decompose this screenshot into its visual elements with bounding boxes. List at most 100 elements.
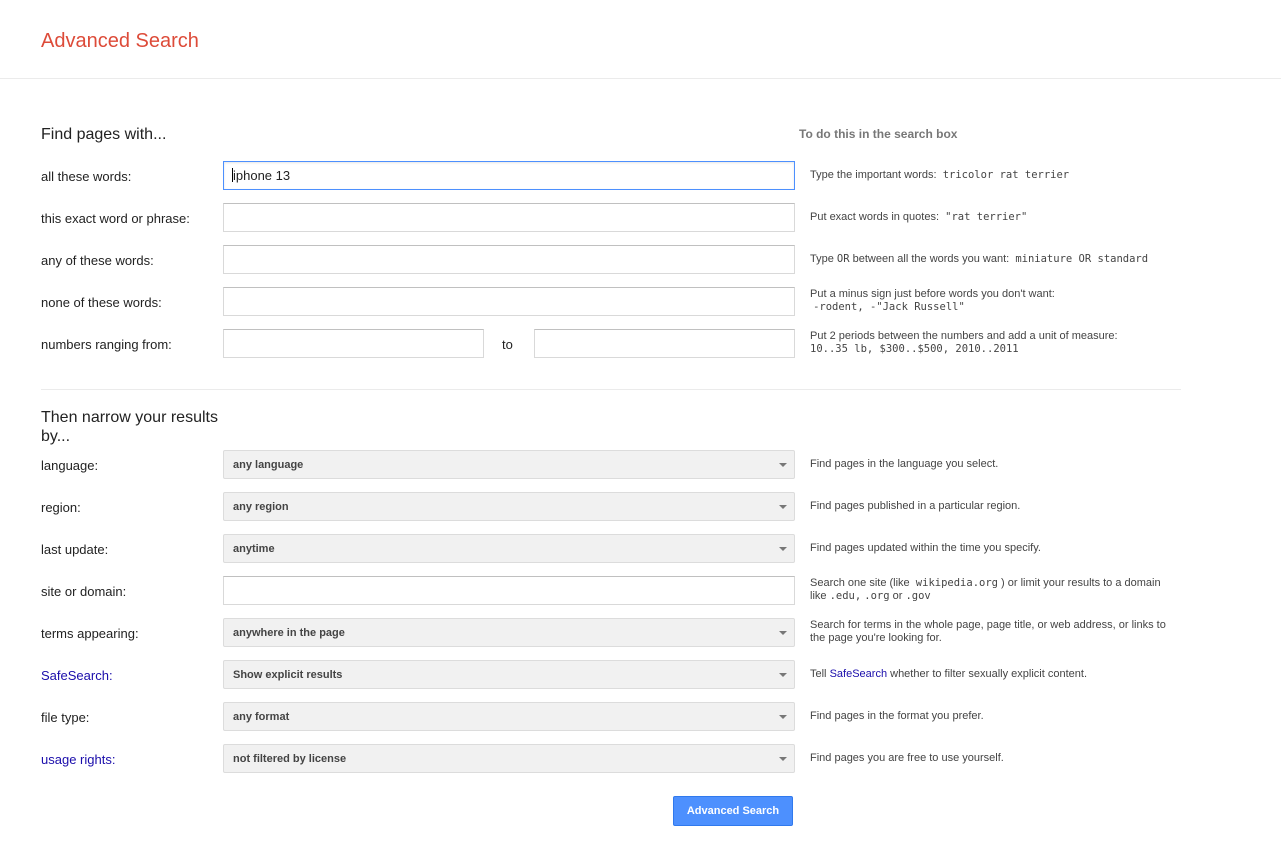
file-type-label: file type: <box>41 710 90 725</box>
hint-example: tricolor rat terrier <box>942 169 1070 181</box>
numbers-to-label: to <box>502 337 513 352</box>
any-words-hint: Type OR between all the words you want: … <box>810 253 1180 266</box>
any-words-label: any of these words: <box>41 253 154 268</box>
usage-rights-selected: not filtered by license <box>233 753 347 765</box>
safesearch-label: SafeSearch: <box>41 668 113 683</box>
file-type-select[interactable]: any format <box>223 702 795 731</box>
last-update-row: last update: anytime Find pages updated … <box>0 534 1281 564</box>
none-words-hint: Put a minus sign just before words you d… <box>810 288 1180 314</box>
all-words-input[interactable]: iphone 13 <box>223 161 795 190</box>
safesearch-selected: Show explicit results <box>233 669 343 681</box>
site-domain-row: site or domain: Search one site (like wi… <box>0 576 1281 606</box>
hint-text: Search one site (like <box>810 577 910 589</box>
numbers-hint: Put 2 periods between the numbers and ad… <box>810 330 1180 356</box>
region-row: region: any region Find pages published … <box>0 492 1281 522</box>
exact-phrase-hint: Put exact words in quotes: "rat terrier" <box>810 211 1180 224</box>
exact-phrase-input[interactable] <box>223 203 795 232</box>
file-type-hint: Find pages in the format you prefer. <box>810 710 984 722</box>
language-selected: any language <box>233 459 304 471</box>
usage-rights-hint: Find pages you are free to use yourself. <box>810 752 1004 764</box>
exact-phrase-label: this exact word or phrase: <box>41 211 190 226</box>
region-hint: Find pages published in a particular reg… <box>810 500 1021 512</box>
none-words-row: none of these words: Put a minus sign ju… <box>0 287 1281 317</box>
hint-example: wikipedia.org <box>915 577 998 589</box>
dropdown-arrow-icon <box>779 757 787 761</box>
dropdown-arrow-icon <box>779 715 787 719</box>
last-update-select[interactable]: anytime <box>223 534 795 563</box>
hint-or: OR <box>836 253 850 265</box>
numbers-row: numbers ranging from: to Put 2 periods b… <box>0 329 1281 359</box>
language-hint: Find pages in the language you select. <box>810 458 999 470</box>
hint-example: 10..35 lb, $300..$500, 2010..2011 <box>810 343 1019 355</box>
hint-text: Put a minus sign just before words you d… <box>810 288 1055 300</box>
advanced-search-button[interactable]: Advanced Search <box>673 796 793 826</box>
all-words-label: all these words: <box>41 169 132 184</box>
page-header: Advanced Search <box>0 0 1281 79</box>
usage-rights-label: usage rights: <box>41 752 115 767</box>
safesearch-link[interactable]: SafeSearch <box>41 668 109 683</box>
site-domain-label: site or domain: <box>41 584 127 599</box>
language-row: language: any language Find pages in the… <box>0 450 1281 480</box>
file-type-row: file type: any format Find pages in the … <box>0 702 1281 732</box>
find-pages-heading: Find pages with... <box>41 126 167 143</box>
dropdown-arrow-icon <box>779 547 787 551</box>
hint-text: or <box>892 590 903 602</box>
page-title: Advanced Search <box>41 30 199 52</box>
numbers-from-input[interactable] <box>223 329 484 358</box>
language-label: language: <box>41 458 99 473</box>
all-words-hint: Type the important words: tricolor rat t… <box>810 169 1180 182</box>
hint-example: .org <box>864 590 890 602</box>
safesearch-select[interactable]: Show explicit results <box>223 660 795 689</box>
hint-example: "rat terrier" <box>945 211 1028 223</box>
safesearch-hint: Tell SafeSearch whether to filter sexual… <box>810 668 1180 681</box>
usage-rights-link[interactable]: usage rights <box>41 752 112 767</box>
exact-phrase-row: this exact word or phrase: Put exact wor… <box>0 203 1281 233</box>
numbers-label: numbers ranging from: <box>41 337 172 352</box>
site-domain-input[interactable] <box>223 576 795 605</box>
dropdown-arrow-icon <box>779 673 787 677</box>
search-box-hints-heading: To do this in the search box <box>799 127 958 141</box>
terms-appearing-select[interactable]: anywhere in the page <box>223 618 795 647</box>
any-words-input[interactable] <box>223 245 795 274</box>
region-label: region: <box>41 500 81 515</box>
hint-example: .gov <box>905 590 931 602</box>
hint-text: Tell <box>810 668 827 680</box>
terms-appearing-label: terms appearing: <box>41 626 139 641</box>
label-suffix: : <box>108 668 113 683</box>
none-words-input[interactable] <box>223 287 795 316</box>
usage-rights-row: usage rights: not filtered by license Fi… <box>0 744 1281 774</box>
terms-appearing-row: terms appearing: anywhere in the page Se… <box>0 618 1281 648</box>
hint-text: Type the important words: <box>810 169 937 181</box>
all-words-row: all these words: iphone 13 Type the impo… <box>0 161 1281 191</box>
safesearch-hint-link[interactable]: SafeSearch <box>830 668 887 680</box>
last-update-hint: Find pages updated within the time you s… <box>810 542 1041 554</box>
none-words-label: none of these words: <box>41 295 162 310</box>
hint-text: Put 2 periods between the numbers and ad… <box>810 330 1118 342</box>
hint-example: -rodent, -"Jack Russell" <box>813 301 965 313</box>
all-words-value: iphone 13 <box>233 168 291 183</box>
hint-text: whether to filter sexually explicit cont… <box>890 668 1087 680</box>
hint-example: .edu, <box>829 590 862 602</box>
narrow-results-heading: Then narrow your results by... <box>41 409 218 445</box>
last-update-selected: anytime <box>233 543 275 555</box>
site-domain-hint: Search one site (like wikipedia.org ) or… <box>810 577 1180 603</box>
language-select[interactable]: any language <box>223 450 795 479</box>
hint-example: miniature OR standard <box>1015 253 1149 265</box>
usage-rights-select[interactable]: not filtered by license <box>223 744 795 773</box>
terms-appearing-hint: Search for terms in the whole page, page… <box>810 619 1166 644</box>
terms-appearing-selected: anywhere in the page <box>233 627 345 639</box>
safesearch-row: SafeSearch: Show explicit results Tell S… <box>0 660 1281 690</box>
hint-text: between all the words you want: <box>852 253 1010 265</box>
file-type-selected: any format <box>233 711 290 723</box>
hint-text: Type <box>810 253 834 265</box>
region-selected: any region <box>233 501 289 513</box>
last-update-label: last update: <box>41 542 109 557</box>
dropdown-arrow-icon <box>779 505 787 509</box>
label-suffix: : <box>111 752 116 767</box>
dropdown-arrow-icon <box>779 463 787 467</box>
numbers-to-input[interactable] <box>534 329 795 358</box>
region-select[interactable]: any region <box>223 492 795 521</box>
section-divider <box>41 389 1181 390</box>
hint-text: Put exact words in quotes: <box>810 211 940 223</box>
any-words-row: any of these words: Type OR between all … <box>0 245 1281 275</box>
